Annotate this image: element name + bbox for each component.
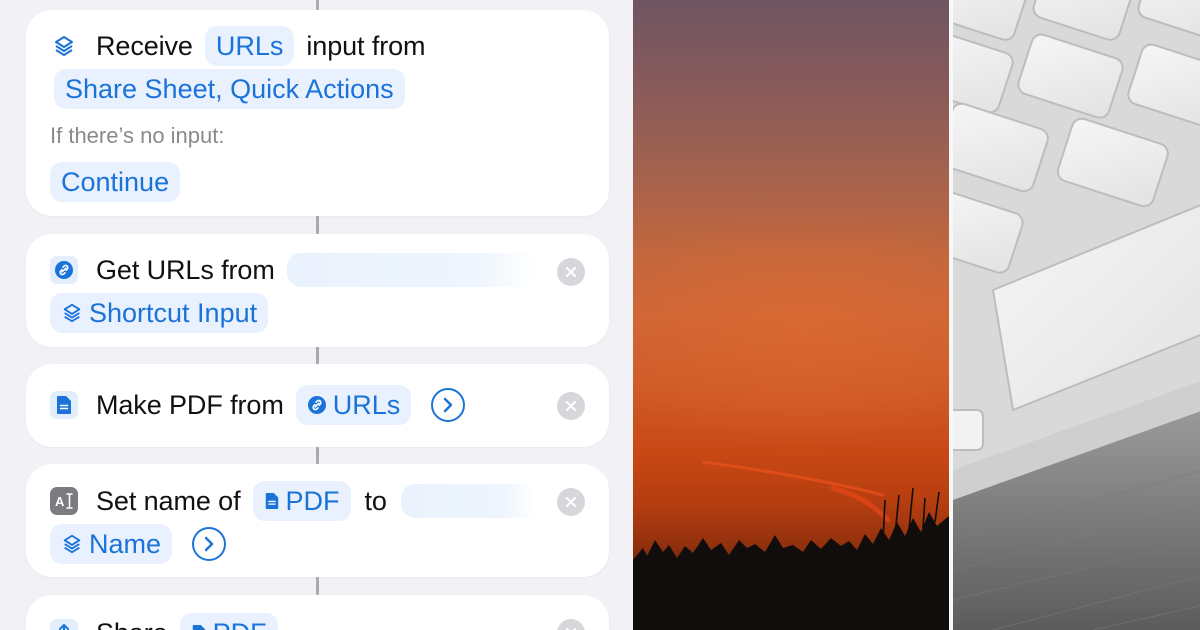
get-urls-extra-parameter[interactable] (286, 253, 537, 287)
shortcut-input-token-label: Shortcut Input (89, 297, 258, 328)
close-icon (565, 266, 577, 278)
close-icon (565, 496, 577, 508)
link-icon (50, 256, 78, 284)
connector-line (316, 347, 319, 364)
make-pdf-label: Make PDF from (96, 389, 284, 420)
connector-line (316, 216, 319, 234)
receive-label: Receive (96, 30, 193, 61)
share-input-token-label: PDF (213, 618, 267, 630)
layers-icon (61, 533, 83, 555)
close-icon (565, 400, 577, 412)
make-pdf-input-token[interactable]: URLs (295, 385, 412, 425)
layers-icon (50, 32, 78, 60)
remove-action-button[interactable] (557, 619, 585, 630)
share-input-token[interactable]: PDF (179, 613, 278, 630)
make-pdf-input-token-label: URLs (332, 389, 401, 420)
share-icon (50, 619, 78, 630)
connector-line (316, 0, 319, 10)
set-name-label: Set name of (96, 485, 241, 516)
get-urls-action-card[interactable]: Get URLs from Shortcut Input (26, 234, 609, 347)
share-label: Share (96, 618, 168, 630)
document-icon (50, 391, 78, 419)
set-name-target-token-label: PDF (285, 485, 340, 516)
receive-input-action-card[interactable]: Receive URLs input from Share Sheet, Qui… (26, 10, 609, 216)
chevron-right-icon (203, 536, 215, 552)
to-label: to (364, 485, 387, 516)
expand-make-pdf-button[interactable] (431, 388, 466, 422)
share-action-card[interactable]: Share PDF (26, 595, 609, 630)
keyboard-photo (949, 0, 1200, 630)
chevron-right-icon (442, 397, 454, 413)
no-input-action-token[interactable]: Continue (50, 162, 181, 202)
document-icon (191, 624, 207, 630)
set-name-target-token[interactable]: PDF (252, 481, 351, 521)
get-urls-label: Get URLs from (96, 254, 275, 285)
link-icon (307, 395, 327, 415)
document-icon (264, 492, 280, 510)
expand-set-name-button[interactable] (192, 527, 227, 561)
make-pdf-action-card[interactable]: Make PDF from URLs (26, 364, 609, 447)
layers-icon (61, 302, 83, 324)
sunset-photo (633, 0, 949, 630)
name-token-label: Name (89, 528, 162, 559)
shortcut-editor: Receive URLs input from Share Sheet, Qui… (0, 0, 633, 630)
set-name-extra-parameter[interactable] (400, 484, 537, 518)
input-type-token[interactable]: URLs (204, 26, 295, 66)
connector-line (316, 577, 319, 595)
no-input-label: If there’s no input: (50, 123, 225, 148)
svg-text:A: A (55, 494, 65, 509)
text-cursor-icon: A (50, 487, 78, 515)
remove-action-button[interactable] (557, 488, 585, 516)
set-name-action-card[interactable]: A Set name of PDF to Name (26, 464, 609, 577)
connector-line (316, 447, 319, 464)
input-from-label: input from (306, 30, 426, 61)
name-token[interactable]: Name (50, 524, 173, 564)
remove-action-button[interactable] (557, 392, 585, 420)
remove-action-button[interactable] (557, 258, 585, 286)
input-source-token[interactable]: Share Sheet, Quick Actions (54, 69, 405, 109)
shortcut-input-token[interactable]: Shortcut Input (50, 293, 269, 333)
